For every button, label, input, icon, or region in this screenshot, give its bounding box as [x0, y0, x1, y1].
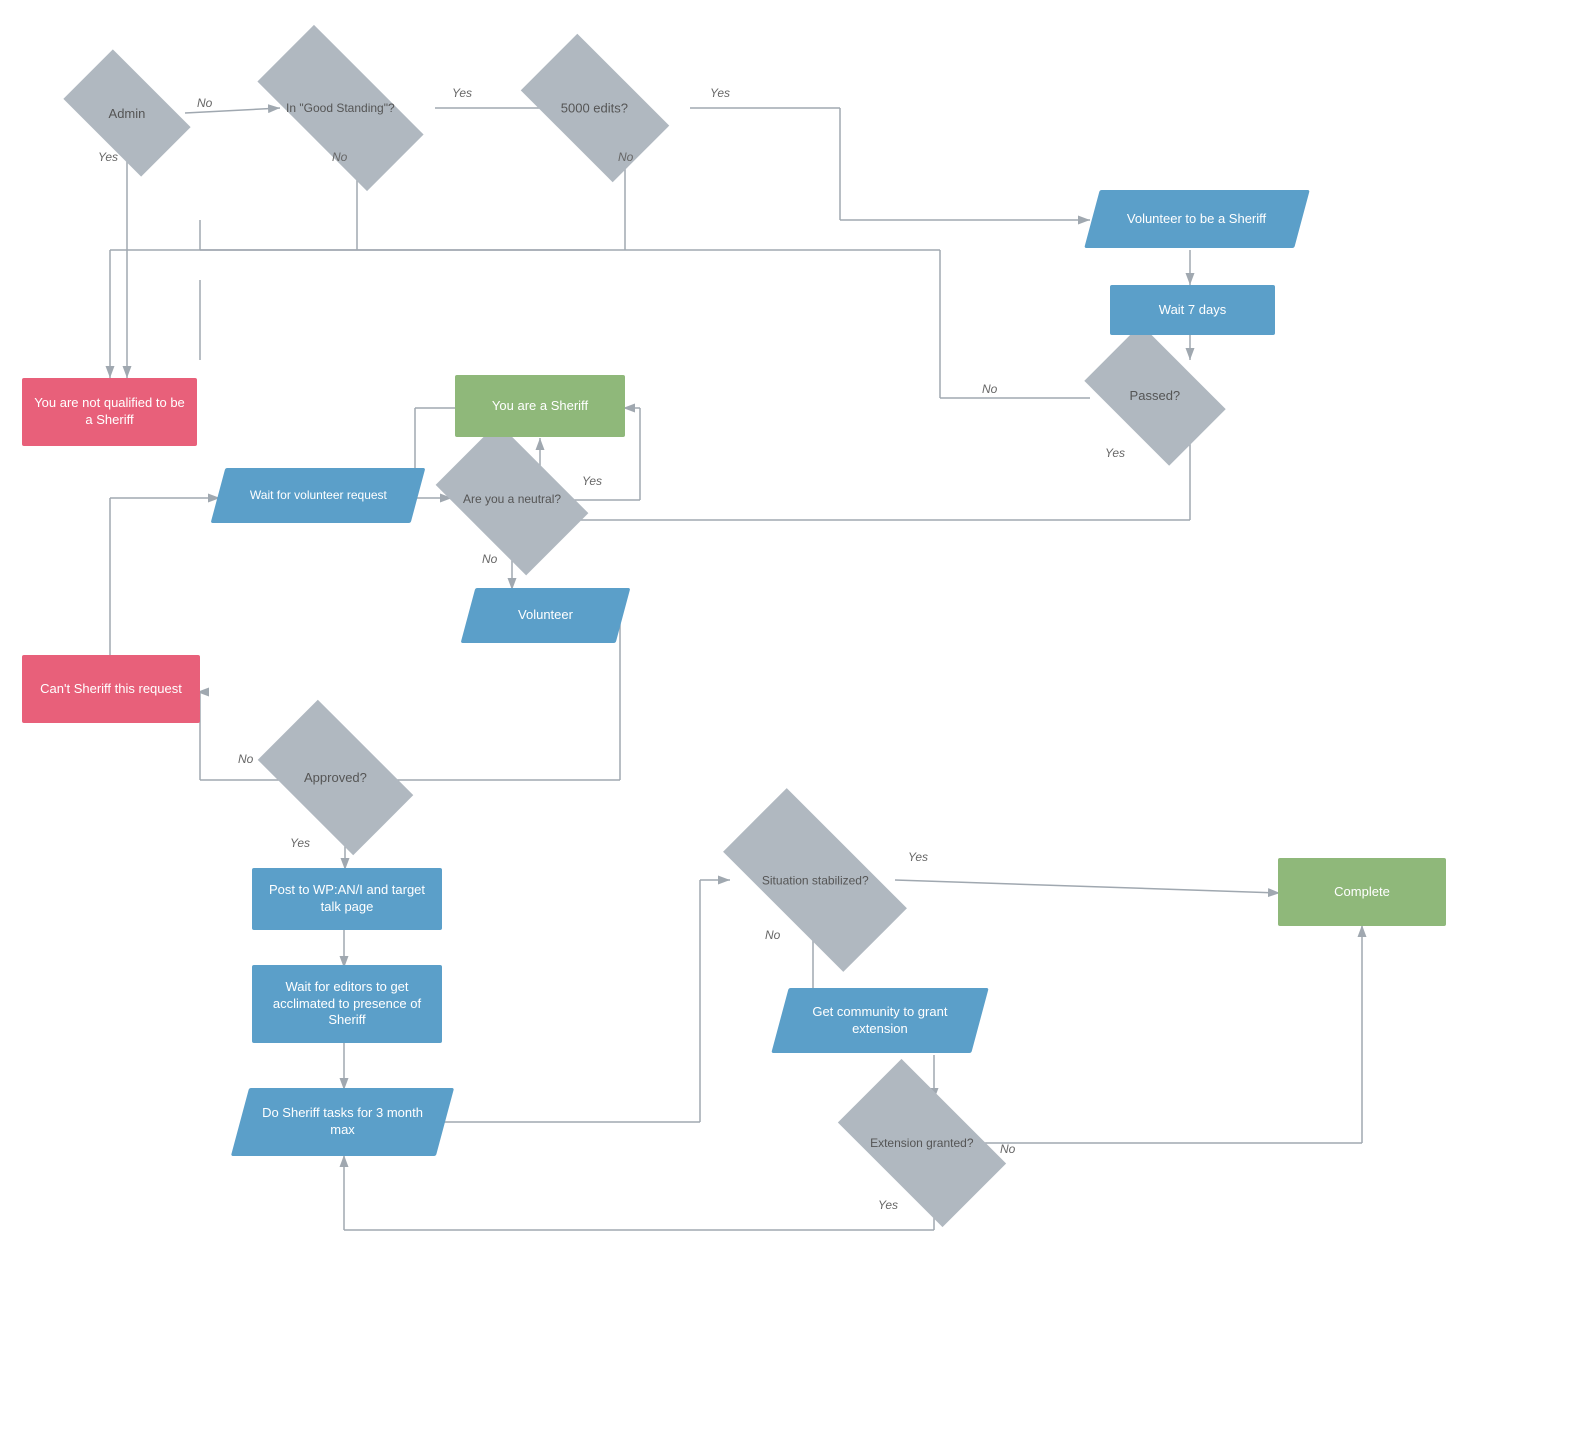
wait-editors-label: Wait for editors to get acclimated to pr…: [252, 979, 442, 1030]
not-qualified-node: You are not qualified to be a Sheriff: [22, 378, 197, 446]
cant-sheriff-label: Can't Sheriff this request: [32, 681, 190, 698]
edge-edits-yes: Yes: [710, 86, 730, 100]
volunteer-node: Volunteer: [461, 588, 631, 643]
edge-extension-yes: Yes: [878, 1198, 898, 1212]
cant-sheriff-node: Can't Sheriff this request: [22, 655, 200, 723]
do-sheriff-label: Do Sheriff tasks for 3 month max: [240, 1105, 445, 1139]
approved-label: Approved?: [304, 770, 367, 785]
you-are-sheriff-label: You are a Sheriff: [484, 398, 596, 415]
admin-diamond: Admin: [63, 49, 190, 176]
edge-admin-yes: Yes: [98, 150, 118, 164]
edge-good-standing-no: No: [332, 150, 347, 164]
edge-admin-no: No: [197, 96, 212, 110]
edge-extension-no: No: [1000, 1142, 1015, 1156]
edge-neutral-no: No: [482, 552, 497, 566]
complete-node: Complete: [1278, 858, 1446, 926]
volunteer-sheriff-label: Volunteer to be a Sheriff: [1119, 211, 1274, 228]
wait-7-days-label: Wait 7 days: [1151, 302, 1234, 319]
admin-label: Admin: [109, 105, 146, 120]
wait-volunteer-node: Wait for volunteer request: [211, 468, 426, 523]
post-wp-label: Post to WP:AN/I and target talk page: [252, 882, 442, 916]
situation-diamond: Situation stabilized?: [723, 788, 907, 972]
get-community-label: Get community to grant extension: [780, 1004, 980, 1038]
do-sheriff-node: Do Sheriff tasks for 3 month max: [231, 1088, 454, 1156]
good-standing-diamond: In "Good Standing"?: [257, 25, 423, 191]
edge-passed-no: No: [982, 382, 997, 396]
post-wp-node: Post to WP:AN/I and target talk page: [252, 868, 442, 930]
approved-diamond: Approved?: [258, 700, 414, 856]
edits-diamond: 5000 edits?: [521, 34, 669, 182]
volunteer-sheriff-node: Volunteer to be a Sheriff: [1084, 190, 1310, 248]
flowchart: Admin In "Good Standing"? 5000 edits? Pa…: [0, 0, 1578, 1434]
edge-neutral-yes: Yes: [582, 474, 602, 488]
edge-edits-no: No: [618, 150, 633, 164]
arrows-layer: [0, 0, 1578, 1434]
edge-good-standing-yes: Yes: [452, 86, 472, 100]
edge-situation-no: No: [765, 928, 780, 942]
extension-diamond: Extension granted?: [838, 1059, 1006, 1227]
edge-situation-yes: Yes: [908, 850, 928, 864]
passed-diamond: Passed?: [1084, 324, 1225, 465]
wait-volunteer-label: Wait for volunteer request: [242, 488, 395, 504]
neutral-label: Are you a neutral?: [463, 492, 561, 506]
complete-label: Complete: [1326, 884, 1398, 901]
neutral-diamond: Are you a neutral?: [436, 423, 589, 576]
not-qualified-label: You are not qualified to be a Sheriff: [22, 395, 197, 429]
edits-label: 5000 edits?: [561, 100, 628, 115]
wait-7-days-node: Wait 7 days: [1110, 285, 1275, 335]
passed-label: Passed?: [1130, 388, 1181, 403]
edge-approved-no: No: [238, 752, 253, 766]
extension-label: Extension granted?: [870, 1136, 973, 1150]
get-community-node: Get community to grant extension: [771, 988, 988, 1053]
situation-label: Situation stabilized?: [762, 873, 869, 887]
volunteer-label: Volunteer: [510, 607, 581, 624]
edge-passed-yes: Yes: [1105, 446, 1125, 460]
wait-editors-node: Wait for editors to get acclimated to pr…: [252, 965, 442, 1043]
edge-approved-yes: Yes: [290, 836, 310, 850]
good-standing-label: In "Good Standing"?: [286, 101, 395, 115]
you-are-sheriff-node: You are a Sheriff: [455, 375, 625, 437]
